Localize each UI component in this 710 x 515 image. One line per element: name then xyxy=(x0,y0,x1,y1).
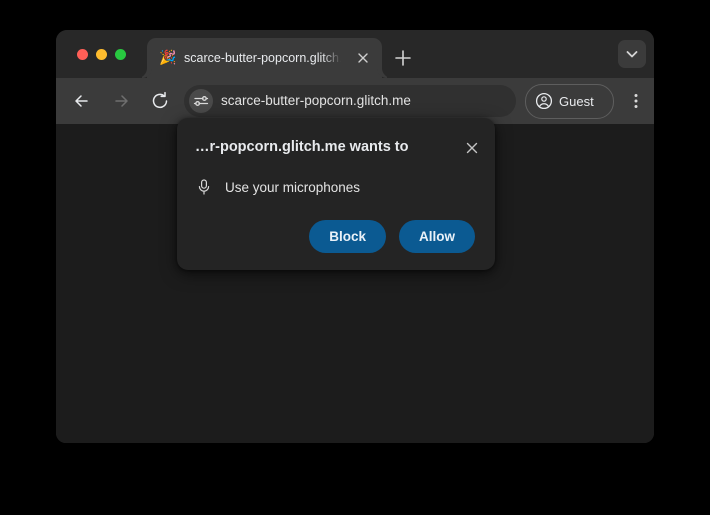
tab-close-button[interactable] xyxy=(354,49,372,67)
address-bar[interactable]: scarce-butter-popcorn.glitch.me xyxy=(184,85,516,117)
tab-search-button[interactable] xyxy=(618,40,646,68)
forward-button xyxy=(107,87,135,115)
browser-menu-button[interactable] xyxy=(622,87,650,115)
permission-row: Use your microphones xyxy=(195,178,360,196)
browser-tab[interactable]: 🎉 scarce-butter-popcorn.glitch. xyxy=(147,38,382,78)
minimize-window-button[interactable] xyxy=(96,49,107,60)
window-controls xyxy=(77,49,126,60)
profile-label: Guest xyxy=(559,94,594,109)
allow-button[interactable]: Allow xyxy=(399,220,475,253)
permission-dialog-actions: Block Allow xyxy=(309,220,475,253)
permission-dialog: …r-popcorn.glitch.me wants to Use your m… xyxy=(177,118,495,270)
tab-title: scarce-butter-popcorn.glitch. xyxy=(184,51,342,65)
maximize-window-button[interactable] xyxy=(115,49,126,60)
permission-dialog-close-button[interactable] xyxy=(463,139,481,157)
tab-strip: 🎉 scarce-butter-popcorn.glitch. xyxy=(56,30,654,78)
address-bar-text: scarce-butter-popcorn.glitch.me xyxy=(221,93,411,108)
person-circle-icon xyxy=(535,92,553,110)
microphone-icon xyxy=(195,178,213,196)
block-button[interactable]: Block xyxy=(309,220,386,253)
screen: 🎉 scarce-butter-popcorn.glitch. scarce-b… xyxy=(0,0,710,515)
tune-sliders-icon[interactable] xyxy=(189,89,213,113)
profile-button[interactable]: Guest xyxy=(525,84,614,119)
permission-label: Use your microphones xyxy=(225,179,361,195)
back-button[interactable] xyxy=(68,87,96,115)
close-window-button[interactable] xyxy=(77,49,88,60)
new-tab-button[interactable] xyxy=(389,44,417,72)
party-popper-favicon: 🎉 xyxy=(159,49,177,65)
permission-dialog-title: …r-popcorn.glitch.me wants to xyxy=(195,139,409,155)
reload-button[interactable] xyxy=(146,87,174,115)
